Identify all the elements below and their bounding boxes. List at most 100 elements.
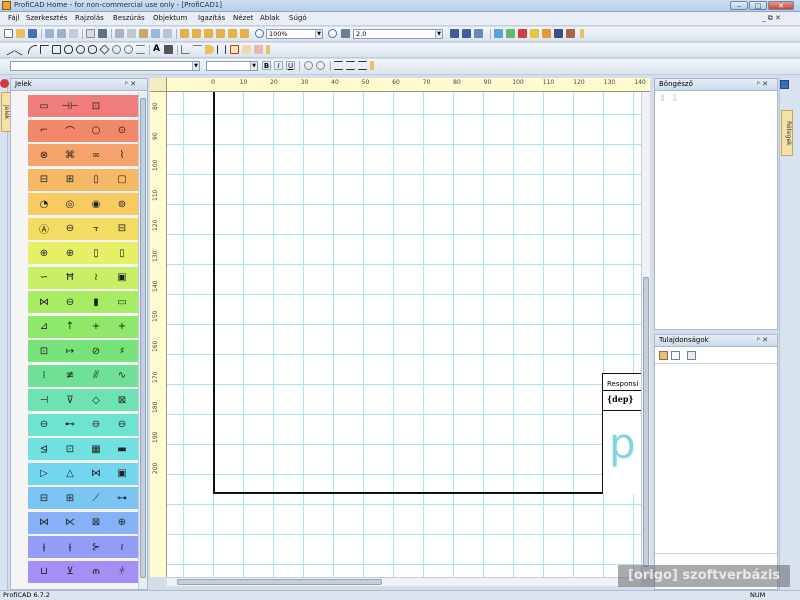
heart-icon[interactable] (518, 29, 527, 38)
symbol-item[interactable]: ∿ (114, 368, 130, 384)
symbol-item[interactable]: ↑ (62, 319, 78, 335)
symbol-item[interactable]: ⊟ (36, 490, 52, 506)
symbol-item[interactable]: ⋈ (36, 515, 52, 531)
symbol-item[interactable]: ⊖ (88, 417, 104, 433)
paragraph-icon[interactable] (136, 45, 145, 54)
symbol-item[interactable]: ▮ (88, 294, 104, 310)
symbol-item[interactable]: ⋈ (88, 466, 104, 482)
symbol-item[interactable]: ♯ (114, 343, 130, 359)
symbols-scrollbar[interactable] (138, 92, 147, 589)
symbol-item[interactable]: ⊽ (62, 392, 78, 408)
line-width-icon[interactable] (341, 29, 350, 38)
symbol-item[interactable]: ⌒ (62, 123, 78, 139)
toolbar-overflow-icon[interactable] (580, 29, 584, 38)
italic-button[interactable]: I (274, 61, 283, 70)
symbol-item[interactable]: + (114, 319, 130, 335)
align-bottom-icon[interactable] (228, 29, 237, 38)
bold-button[interactable]: B (262, 61, 271, 70)
align-right-icon[interactable] (204, 29, 213, 38)
text-tool-icon[interactable]: A (152, 45, 161, 54)
pan-hand-icon[interactable] (242, 45, 251, 54)
symbol-item[interactable]: ⊻ (62, 564, 78, 580)
menu-align[interactable]: Igazítás (198, 14, 225, 22)
network-icon[interactable] (494, 29, 503, 38)
symbol-item[interactable]: ≀ (114, 539, 130, 555)
toolbar-overflow-icon[interactable] (266, 45, 270, 54)
symbol-item[interactable]: ▯ (88, 172, 104, 188)
symbol-item[interactable]: ∞ (88, 147, 104, 163)
toolbar-overflow-icon[interactable] (370, 61, 374, 70)
scrollbar-thumb[interactable] (177, 579, 382, 585)
symbol-item[interactable]: ▯ (114, 245, 130, 261)
export-icon[interactable] (151, 29, 160, 38)
symbol-item[interactable]: ⊚ (114, 196, 130, 212)
panel-pin-close[interactable]: ᵖ ✕ (757, 335, 768, 346)
panel-pin-close[interactable]: ᵖ ✕ (125, 79, 136, 90)
maximize-button[interactable]: □ (749, 1, 767, 10)
menu-help[interactable]: Súgó (289, 14, 307, 22)
symbol-item[interactable]: ⫙ (88, 564, 104, 580)
symbol-item[interactable]: ⊕ (114, 515, 130, 531)
symbol-item[interactable]: ⌐ (36, 123, 52, 139)
symbol-item[interactable]: ≢ (62, 368, 78, 384)
menu-view[interactable]: Nézet (233, 14, 253, 22)
align-center-icon[interactable] (192, 29, 201, 38)
symbol-item[interactable]: ▯ (88, 245, 104, 261)
polygon-icon[interactable] (99, 44, 110, 55)
symbol-item[interactable]: Ⓐ (36, 221, 52, 237)
symbol-item[interactable]: ⌘ (62, 147, 78, 163)
paste-icon[interactable] (139, 29, 148, 38)
highlight-icon[interactable] (530, 29, 539, 38)
undo-icon[interactable] (45, 29, 54, 38)
symbol-item[interactable]: ⊡ (36, 343, 52, 359)
symbol-item[interactable]: ⊡ (88, 98, 104, 114)
symbol-item[interactable]: + (88, 319, 104, 335)
symbol-item[interactable]: Ħ (62, 270, 78, 286)
menu-window[interactable]: Ablak (260, 14, 280, 22)
magnify-icon[interactable] (304, 61, 313, 70)
print-preview-icon[interactable] (86, 29, 95, 38)
book-icon[interactable] (554, 29, 563, 38)
font-size-select[interactable]: ▼ (206, 61, 258, 71)
dimension-icon[interactable] (181, 45, 190, 54)
align-left-icon[interactable] (180, 29, 189, 38)
mdi-controls[interactable]: _ ⧉ ✕ (762, 14, 781, 23)
line-tool-icon[interactable] (2, 43, 15, 56)
scrollbar-thumb[interactable] (643, 277, 649, 567)
symbol-item[interactable]: ⋉ (62, 515, 78, 531)
rotate-icon[interactable] (254, 45, 263, 54)
symbol-item[interactable]: ↦ (62, 343, 78, 359)
symbol-item[interactable]: ⊔ (36, 564, 52, 580)
wire-icon[interactable] (506, 29, 515, 38)
wire-tool-icon[interactable] (193, 45, 202, 54)
symbol-item[interactable]: ⫲ (62, 539, 78, 555)
symbol-item[interactable]: ⊠ (114, 392, 130, 408)
bezier-icon[interactable] (124, 45, 133, 54)
symbol-item[interactable]: ⊟ (114, 221, 130, 237)
rectangle-icon[interactable] (52, 45, 61, 54)
print-icon[interactable] (98, 29, 107, 38)
bus-icon[interactable] (217, 45, 226, 54)
symbol-item[interactable]: ▬ (114, 441, 130, 457)
symbol-item[interactable]: ◉ (88, 196, 104, 212)
arrow-up-icon[interactable]: ⇧ (659, 95, 669, 104)
symbol-item[interactable]: ⁞ (36, 368, 52, 384)
menu-insert[interactable]: Beszúrás (113, 14, 145, 22)
symbol-item[interactable]: ⊶ (114, 490, 130, 506)
symbol-item[interactable]: ≀ (88, 270, 104, 286)
symbol-item[interactable]: ▣ (114, 270, 130, 286)
drawing-canvas[interactable]: Responsi {dep} p (167, 92, 641, 577)
settings-icon[interactable] (474, 29, 483, 38)
redo-icon[interactable] (57, 29, 66, 38)
grid-icon[interactable] (462, 29, 471, 38)
symbol-item[interactable]: ⊣ (36, 392, 52, 408)
label-icon[interactable] (205, 45, 214, 54)
magnify-minus-icon[interactable] (316, 61, 325, 70)
menu-object[interactable]: Objektum (153, 14, 187, 22)
symbol-item[interactable]: ⊟ (36, 172, 52, 188)
symbol-item[interactable]: ⊠ (88, 515, 104, 531)
menu-file[interactable]: Fájl (8, 14, 20, 22)
underline-button[interactable]: U (286, 61, 295, 70)
tools-icon[interactable] (566, 29, 575, 38)
browser-dock-icon[interactable] (780, 80, 789, 89)
